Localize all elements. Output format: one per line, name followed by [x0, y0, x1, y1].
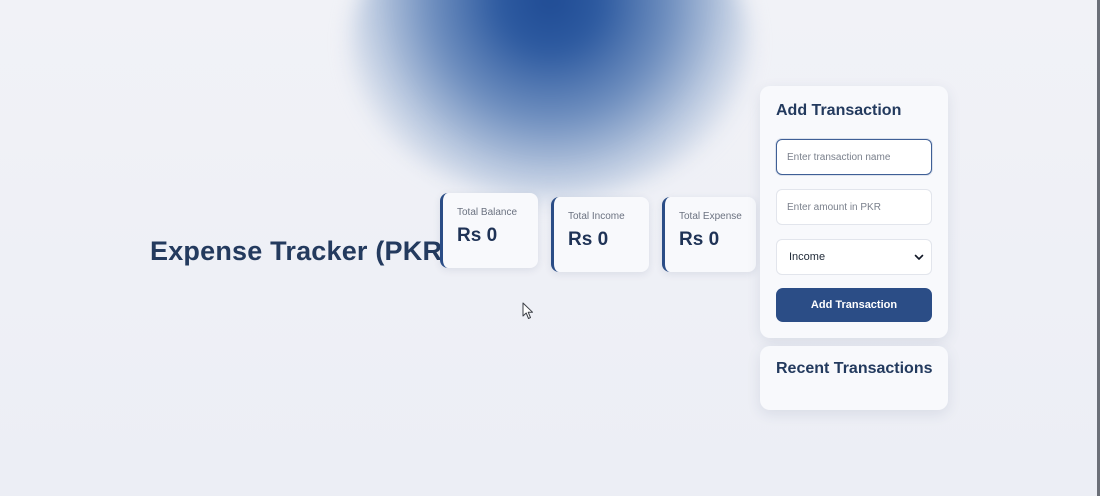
transaction-type-selected: Income [789, 251, 826, 263]
total-income-value: Rs 0 [568, 229, 609, 250]
add-transaction-panel: Add Transaction Income Add Transaction [760, 86, 948, 338]
total-balance-value: Rs 0 [457, 225, 498, 246]
recent-transactions-heading: Recent Transactions [776, 360, 933, 377]
total-balance-label: Total Balance [457, 207, 518, 218]
total-expense-label: Total Expense [679, 211, 742, 222]
total-income-card: Total Income Rs 0 [551, 197, 649, 272]
add-transaction-button[interactable]: Add Transaction [776, 288, 932, 322]
add-transaction-heading: Add Transaction [776, 102, 902, 119]
total-balance-card: Total Balance Rs 0 [440, 193, 538, 268]
page-title: Expense Tracker (PKR) [150, 236, 452, 267]
total-expense-card: Total Expense Rs 0 [662, 197, 756, 272]
chevron-down-icon [914, 254, 924, 260]
mouse-cursor-icon [522, 302, 533, 319]
transaction-name-input[interactable] [776, 139, 932, 175]
decorative-gradient-blob [350, 0, 750, 200]
recent-transactions-panel: Recent Transactions [760, 346, 948, 410]
page: Expense Tracker (PKR) Total Balance Rs 0… [0, 0, 1100, 496]
total-income-label: Total Income [568, 211, 625, 222]
total-expense-value: Rs 0 [679, 229, 720, 250]
transaction-amount-input[interactable] [776, 189, 932, 225]
transaction-type-select[interactable]: Income [776, 239, 932, 275]
